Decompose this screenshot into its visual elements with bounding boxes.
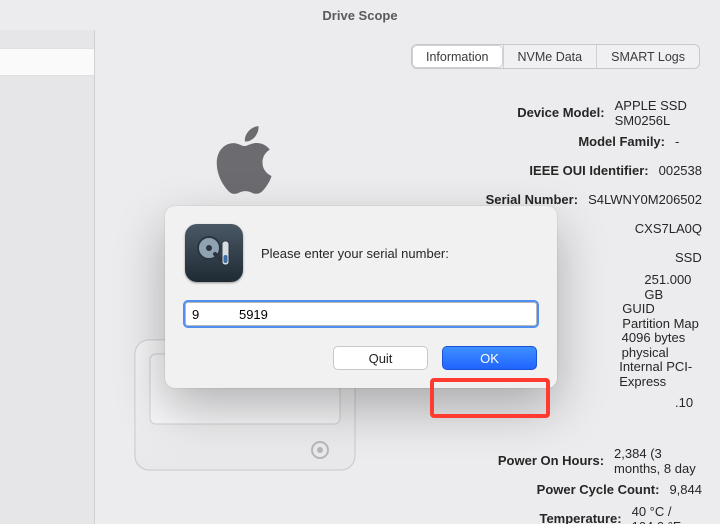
info-row bbox=[485, 417, 702, 446]
tab-smart-logs[interactable]: SMART Logs bbox=[596, 45, 699, 68]
info-key: IEEE OUI Identifier: bbox=[485, 163, 659, 178]
info-val: 9,844 bbox=[669, 482, 702, 497]
info-key: Device Model: bbox=[485, 105, 615, 120]
info-key: Model Family: bbox=[485, 134, 675, 149]
info-row: Model Family:- bbox=[485, 127, 702, 156]
info-val: APPLE SSD SM0256L bbox=[615, 98, 702, 128]
info-val: 002538 bbox=[659, 163, 702, 178]
info-row: Power On Hours:2,384 (3 months, 8 day bbox=[485, 446, 702, 475]
info-val: CXS7LA0Q bbox=[635, 221, 702, 236]
serial-input[interactable] bbox=[185, 302, 537, 326]
quit-button[interactable]: Quit bbox=[333, 346, 428, 370]
sidebar-item[interactable] bbox=[0, 48, 94, 76]
serial-dialog: Please enter your serial number: Quit OK bbox=[165, 206, 557, 388]
dialog-prompt: Please enter your serial number: bbox=[261, 246, 449, 261]
info-val: 4096 bytes physical bbox=[622, 330, 702, 360]
tab-nvme-data[interactable]: NVMe Data bbox=[503, 45, 597, 68]
tab-bar: Information NVMe Data SMART Logs bbox=[411, 44, 700, 69]
info-key: Temperature: bbox=[485, 511, 632, 524]
info-key: Power On Hours: bbox=[485, 453, 614, 468]
sidebar bbox=[0, 30, 95, 524]
info-val: S4LWNY0M206502 bbox=[588, 192, 702, 207]
info-val: - bbox=[675, 134, 679, 149]
tab-information[interactable]: Information bbox=[412, 45, 503, 68]
window-title: Drive Scope bbox=[0, 0, 720, 30]
info-row: IEEE OUI Identifier:002538 bbox=[485, 156, 702, 185]
info-val: SSD bbox=[675, 250, 702, 265]
info-val: 2,384 (3 months, 8 day bbox=[614, 446, 702, 476]
info-val: Internal PCI-Express bbox=[619, 359, 702, 389]
info-key: Power Cycle Count: bbox=[485, 482, 669, 497]
info-val: GUID Partition Map bbox=[622, 301, 702, 331]
ok-button[interactable]: OK bbox=[442, 346, 537, 370]
info-row: Temperature:40 °C / 104.0 °F bbox=[485, 504, 702, 524]
app-window: Drive Scope Information NVMe Data SMART … bbox=[0, 0, 720, 524]
info-val: .10 bbox=[675, 395, 693, 410]
info-key: Serial Number: bbox=[485, 192, 588, 207]
info-row: Device Model:APPLE SSD SM0256L bbox=[485, 98, 702, 127]
info-val: 251.000 GB bbox=[644, 272, 702, 302]
app-icon bbox=[185, 224, 243, 282]
info-row: Power Cycle Count:9,844 bbox=[485, 475, 702, 504]
info-val: 40 °C / 104.0 °F bbox=[632, 504, 702, 524]
info-row: .10 bbox=[485, 388, 702, 417]
